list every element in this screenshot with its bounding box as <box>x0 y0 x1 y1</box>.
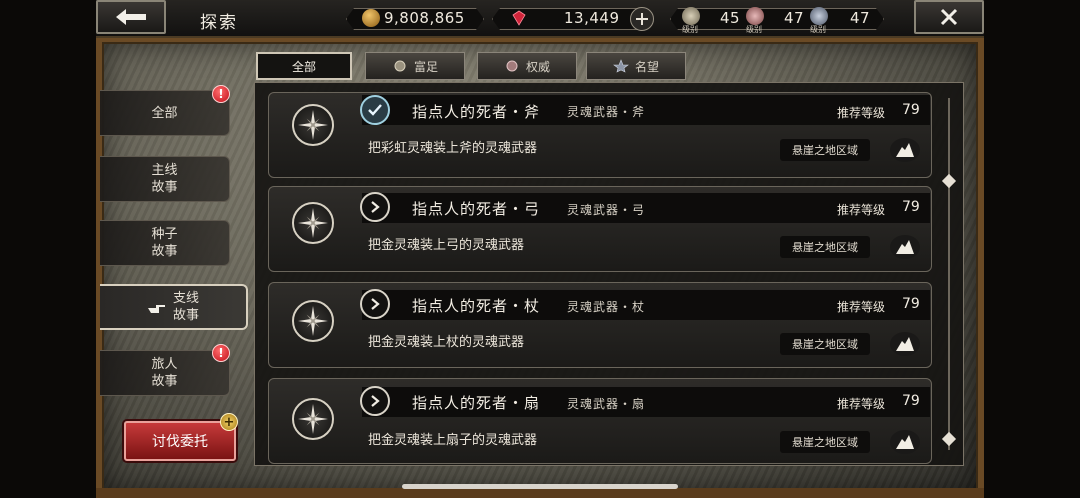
quest-description: 把金灵魂装上杖的灵魂武器 <box>368 335 525 350</box>
region-label: 悬崖之地区域 <box>780 333 870 355</box>
scroll-thumb[interactable] <box>941 173 957 189</box>
quest-title: 指点人的死者・弓 <box>412 200 541 218</box>
tab-fame[interactable]: 名望 <box>586 52 686 80</box>
go-arrow-icon[interactable] <box>360 386 390 416</box>
region-icon[interactable] <box>890 138 920 162</box>
tab-label: 名望 <box>634 59 659 74</box>
quest-title: 指点人的死者・斧 <box>412 103 541 121</box>
wealth-icon <box>394 60 406 72</box>
go-arrow-icon[interactable] <box>360 192 390 222</box>
region-icon[interactable] <box>890 332 920 356</box>
region-icon[interactable] <box>890 430 920 454</box>
nav-label: 全部 <box>151 105 178 121</box>
quest-description: 把金灵魂装上扇子的灵魂武器 <box>368 433 538 448</box>
go-arrow-icon[interactable] <box>360 289 390 319</box>
nav-item-traveler-story[interactable]: 旅人 故事 <box>100 350 230 396</box>
nav-item-seed-story[interactable]: 种子 故事 <box>100 220 230 266</box>
region-label: 悬崖之地区域 <box>780 431 870 453</box>
quest-category: 灵魂武器・杖 <box>567 300 646 314</box>
plus-icon <box>636 13 648 25</box>
recommended-level-label: 推荐等级 <box>837 397 886 411</box>
compass-icon <box>292 300 334 342</box>
recommended-level: 79 <box>902 296 920 312</box>
scroll-track <box>948 98 950 450</box>
recommended-level-label: 推荐等级 <box>837 300 886 314</box>
region-icon[interactable] <box>890 235 920 259</box>
recommended-level: 79 <box>902 393 920 409</box>
recommended-level: 79 <box>902 199 920 215</box>
scrollbar[interactable] <box>941 98 957 450</box>
fame-rank-value: 47 <box>850 9 871 27</box>
home-indicator[interactable] <box>402 484 678 489</box>
quest-category: 灵魂武器・扇 <box>567 397 646 411</box>
tab-authority[interactable]: 权威 <box>477 52 577 80</box>
nav-item-main-story[interactable]: 主线 故事 <box>100 156 230 202</box>
authority-rank-icon <box>746 7 764 25</box>
tab-wealth[interactable]: 富足 <box>365 52 465 80</box>
close-icon <box>940 8 958 26</box>
gold-coin-icon <box>362 9 380 27</box>
subjugate-request-button[interactable]: 讨伐委托 <box>124 421 236 461</box>
authority-icon <box>506 60 518 72</box>
completed-icon <box>360 95 390 125</box>
recommended-level: 79 <box>902 102 920 118</box>
gem-icon <box>512 10 526 26</box>
quest-description: 把彩虹灵魂装上斧的灵魂武器 <box>368 141 538 156</box>
plus-badge: + <box>220 413 238 431</box>
quest-description: 把金灵魂装上弓的灵魂武器 <box>368 238 525 253</box>
quest-category: 灵魂武器・斧 <box>567 105 646 119</box>
gold-value: 9,808,865 <box>384 9 465 27</box>
tab-label: 权威 <box>525 59 550 74</box>
region-label: 悬崖之地区域 <box>780 139 870 161</box>
nav-item-all[interactable]: 全部 <box>100 90 230 136</box>
tab-all[interactable]: 全部 <box>256 52 352 80</box>
close-button[interactable] <box>914 0 984 34</box>
recommended-level-label: 推荐等级 <box>837 106 886 120</box>
quest-category: 灵魂武器・弓 <box>567 203 646 217</box>
authority-rank-value: 47 <box>784 9 805 27</box>
compass-icon <box>292 202 334 244</box>
nav-label: 主线 故事 <box>151 163 178 195</box>
rank-label: 级别 <box>682 25 698 34</box>
fame-rank-icon <box>810 7 828 25</box>
quest-title: 指点人的死者・扇 <box>412 394 541 412</box>
region-label: 悬崖之地区域 <box>780 236 870 258</box>
nav-item-side-story[interactable]: 支线 故事 <box>100 284 248 330</box>
rank-label: 级别 <box>746 25 762 34</box>
compass-icon <box>292 104 334 146</box>
scroll-thumb[interactable] <box>941 431 957 447</box>
page-title: 探索 <box>200 13 238 33</box>
quest-title: 指点人的死者・杖 <box>412 297 541 315</box>
add-gems-button[interactable] <box>630 7 654 31</box>
compass-icon <box>292 398 334 440</box>
wealth-rank-icon <box>682 7 700 25</box>
alert-badge: ! <box>212 344 230 362</box>
pointing-hand-icon <box>147 305 165 313</box>
recommended-level-label: 推荐等级 <box>837 203 886 217</box>
alert-badge: ! <box>212 85 230 103</box>
nav-label: 旅人 故事 <box>151 357 178 389</box>
nav-label: 支线 故事 <box>172 291 199 323</box>
fame-icon <box>613 59 629 73</box>
back-arrow-icon <box>116 9 146 25</box>
tab-label: 富足 <box>413 59 438 74</box>
wealth-rank-value: 45 <box>720 9 741 27</box>
nav-label: 种子 故事 <box>151 227 178 259</box>
bottom-frame <box>96 488 984 498</box>
tab-label: 全部 <box>291 59 316 74</box>
back-button[interactable] <box>96 0 166 34</box>
rank-label: 级别 <box>810 25 826 34</box>
gem-value: 13,449 <box>564 9 620 27</box>
